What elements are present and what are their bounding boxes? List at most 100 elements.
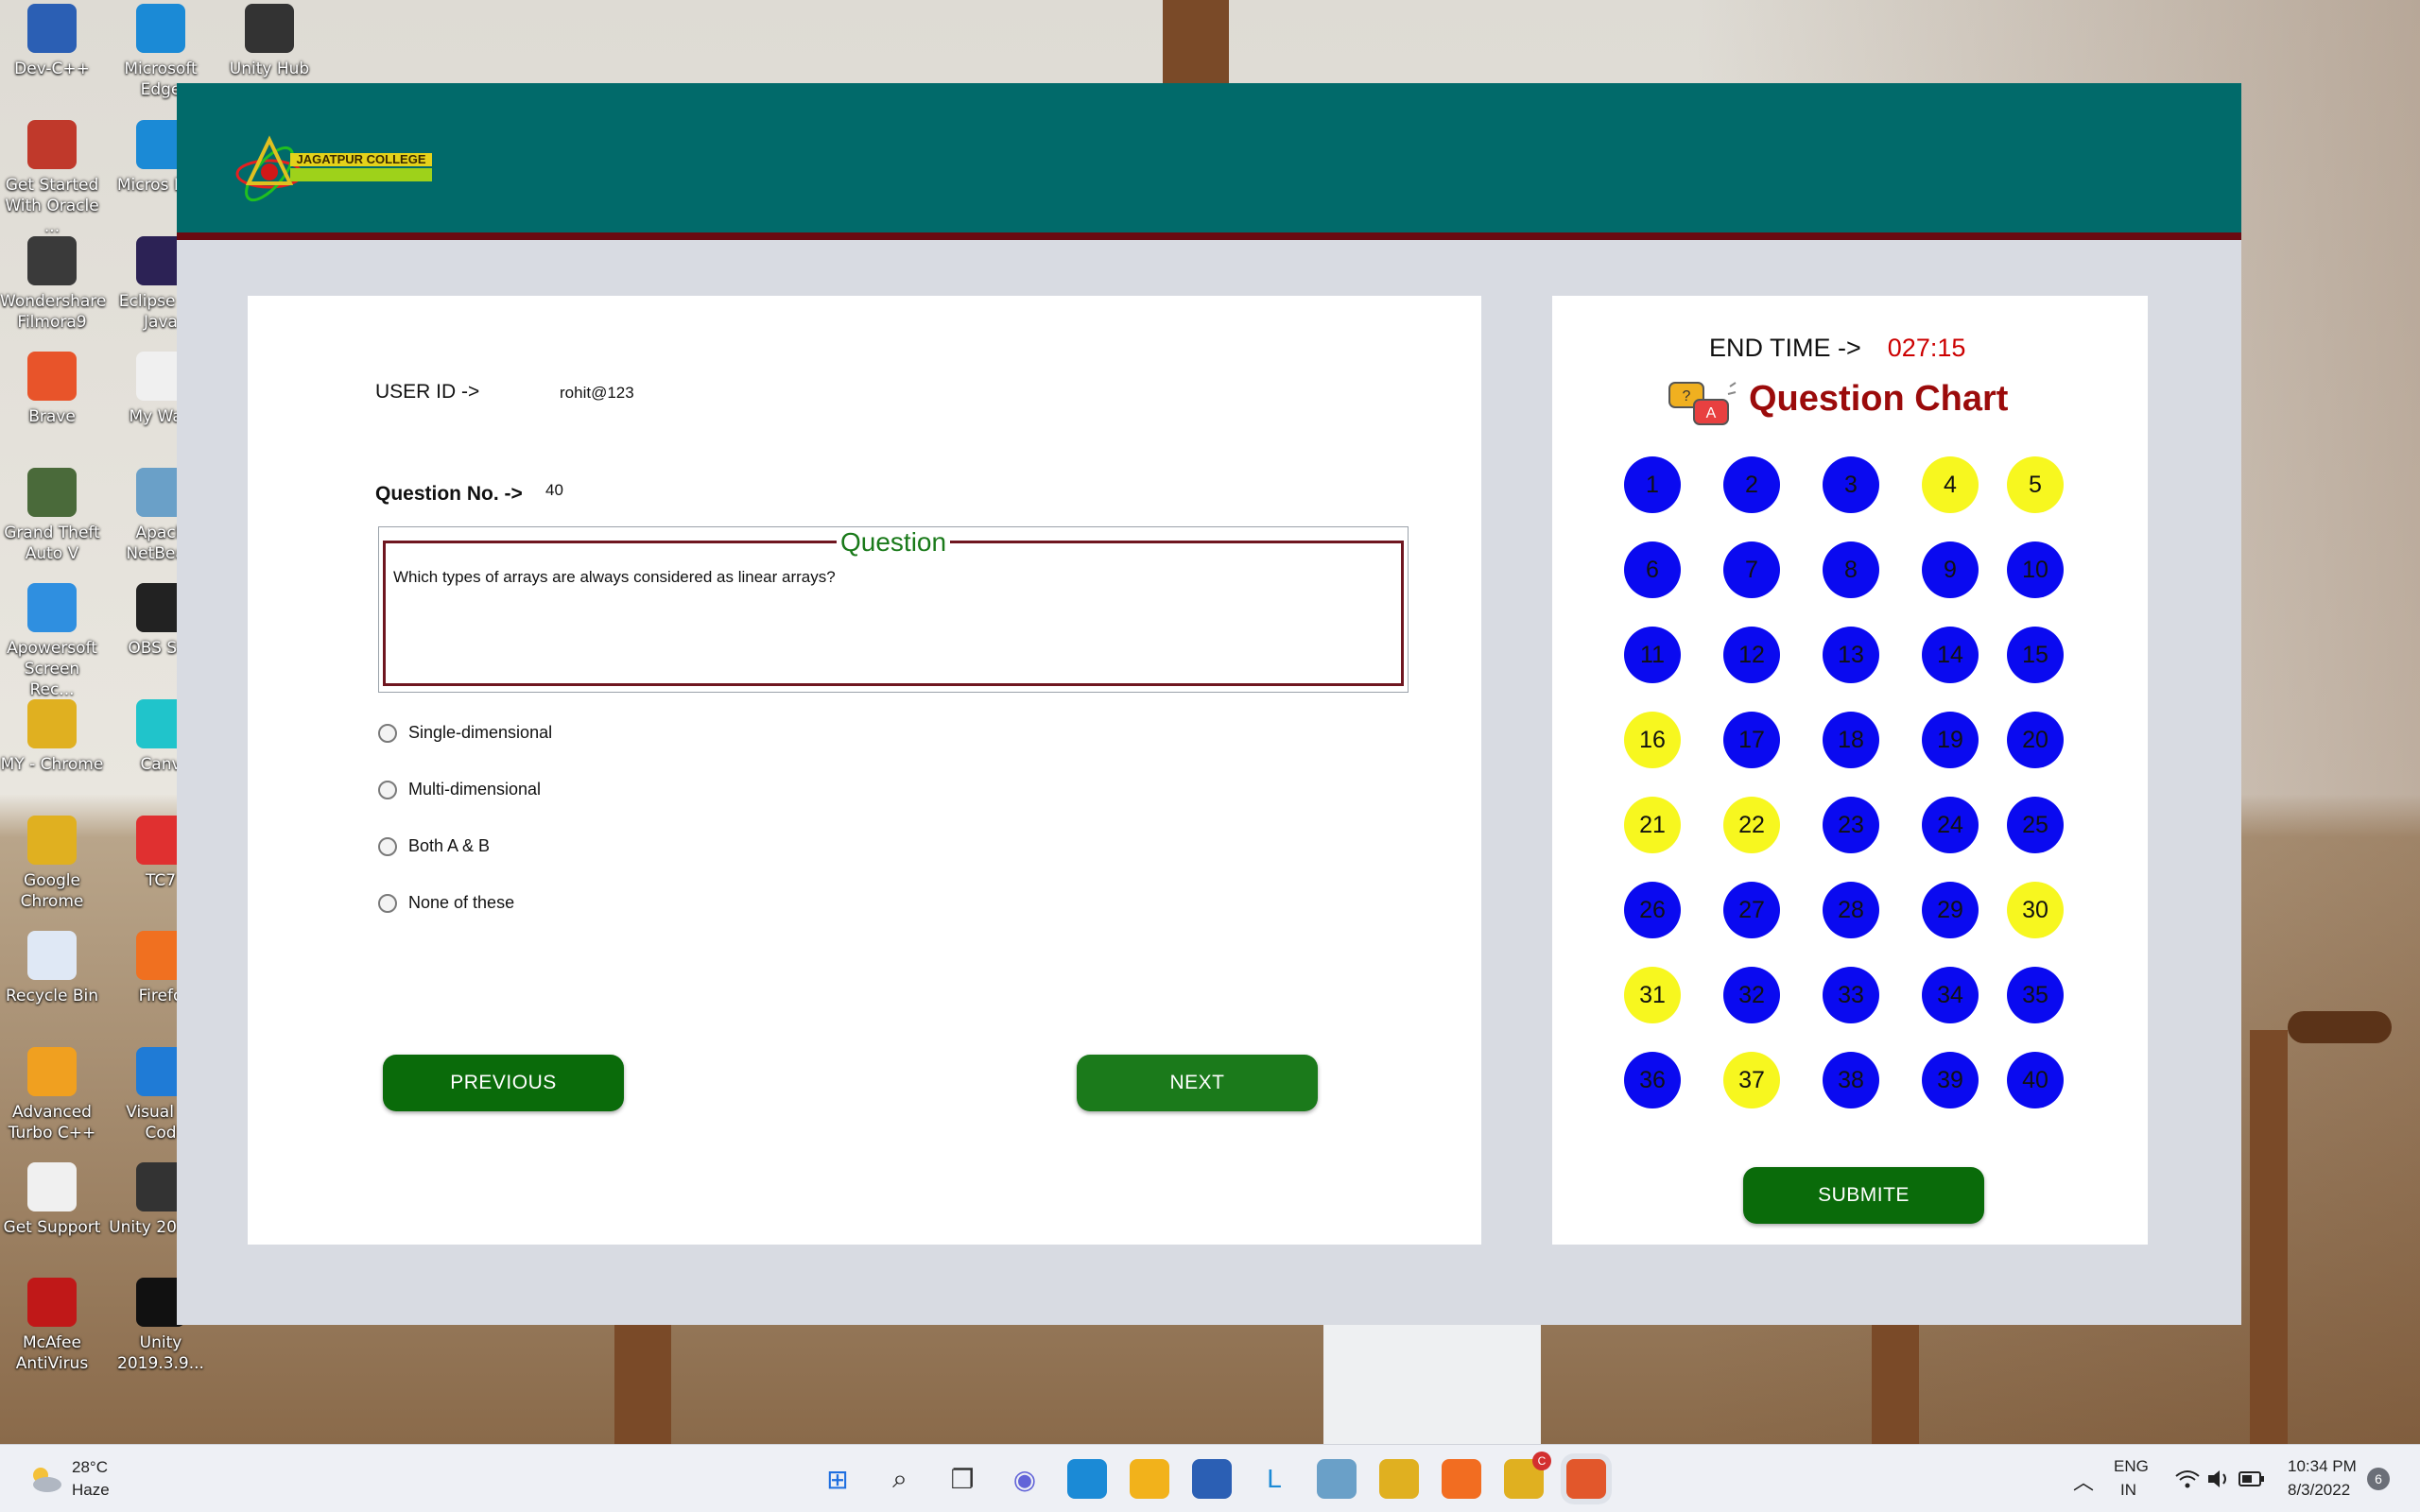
question-number-button[interactable]: 9 bbox=[1922, 541, 1979, 598]
desktop-shortcut-label: Brave bbox=[28, 407, 76, 426]
desktop-shortcut[interactable]: Brave bbox=[0, 352, 104, 427]
taskbar: 28°C Haze ⊞ ⌕ ❐ ◉ L C ︿ ENG IN 10:34 PM 8/3/2… bbox=[0, 1444, 2420, 1512]
radio-button[interactable] bbox=[378, 723, 397, 743]
clock-time[interactable]: 10:34 PM bbox=[2288, 1457, 2357, 1476]
desktop-shortcut[interactable]: Apowersoft Screen Rec... bbox=[0, 583, 104, 700]
store-icon[interactable] bbox=[1192, 1459, 1232, 1499]
chrome-icon[interactable]: C bbox=[1504, 1452, 1551, 1499]
question-number-button[interactable]: 3 bbox=[1823, 456, 1879, 513]
desktop-shortcut[interactable]: MY - Chrome bbox=[0, 699, 104, 775]
question-number-button[interactable]: 4 bbox=[1922, 456, 1979, 513]
radio-button[interactable] bbox=[378, 836, 397, 856]
desktop-shortcut[interactable]: Google Chrome bbox=[0, 816, 104, 912]
chrome-icon[interactable] bbox=[1379, 1459, 1419, 1499]
question-number-button[interactable]: 20 bbox=[2007, 712, 2064, 768]
unity-hub-icon bbox=[245, 4, 294, 53]
question-number-button[interactable]: 17 bbox=[1723, 712, 1780, 768]
question-number-button[interactable]: 22 bbox=[1723, 797, 1780, 853]
question-number-button[interactable]: 21 bbox=[1624, 797, 1681, 853]
question-number-button[interactable]: 31 bbox=[1624, 967, 1681, 1023]
question-number-button[interactable]: 10 bbox=[2007, 541, 2064, 598]
question-number-button[interactable]: 11 bbox=[1624, 627, 1681, 683]
question-number-button[interactable]: 8 bbox=[1823, 541, 1879, 598]
previous-button[interactable]: PREVIOUS bbox=[383, 1055, 624, 1111]
question-number-button[interactable]: 6 bbox=[1624, 541, 1681, 598]
question-number-button[interactable]: 32 bbox=[1723, 967, 1780, 1023]
java-icon[interactable] bbox=[1566, 1459, 1606, 1499]
lang-top[interactable]: ENG bbox=[2114, 1457, 2149, 1476]
question-number-button[interactable]: 37 bbox=[1723, 1052, 1780, 1108]
netbeans-icon[interactable] bbox=[1317, 1459, 1357, 1499]
question-number-button[interactable]: 34 bbox=[1922, 967, 1979, 1023]
submit-button[interactable]: SUBMITE bbox=[1743, 1167, 1984, 1224]
question-number-button[interactable]: 36 bbox=[1624, 1052, 1681, 1108]
chrome-icon bbox=[27, 699, 77, 748]
desktop-shortcut[interactable]: Dev-C++ bbox=[0, 4, 104, 79]
file-explorer-icon[interactable] bbox=[1130, 1459, 1169, 1499]
desktop-shortcut[interactable]: McAfee AntiVirus bbox=[0, 1278, 104, 1374]
clock-date[interactable]: 8/3/2022 bbox=[2288, 1481, 2350, 1500]
search-icon[interactable]: ⌕ bbox=[880, 1459, 920, 1499]
question-number-button[interactable]: 5 bbox=[2007, 456, 2064, 513]
start-icon[interactable]: ⊞ bbox=[818, 1459, 857, 1499]
option-label: Single-dimensional bbox=[408, 723, 553, 742]
radio-button[interactable] bbox=[378, 893, 397, 913]
battery-icon[interactable] bbox=[2238, 1470, 2265, 1487]
question-number-button[interactable]: 40 bbox=[2007, 1052, 2064, 1108]
question-border: Which types of arrays are always conside… bbox=[383, 541, 1404, 686]
desktop-shortcut[interactable]: Get Support bbox=[0, 1162, 104, 1238]
wifi-icon[interactable] bbox=[2174, 1468, 2201, 1490]
next-button[interactable]: NEXT bbox=[1077, 1055, 1318, 1111]
option-d[interactable]: None of these bbox=[378, 893, 514, 913]
show-hidden-icons-chevron-icon[interactable]: ︿ bbox=[2073, 1466, 2094, 1496]
question-number-button[interactable]: 28 bbox=[1823, 882, 1879, 938]
xampp-icon[interactable] bbox=[1442, 1459, 1481, 1499]
question-number-button[interactable]: 19 bbox=[1922, 712, 1979, 768]
question-number-button[interactable]: 23 bbox=[1823, 797, 1879, 853]
question-number-button[interactable]: 39 bbox=[1922, 1052, 1979, 1108]
question-number-button[interactable]: 2 bbox=[1723, 456, 1780, 513]
question-number-button[interactable]: 14 bbox=[1922, 627, 1979, 683]
question-number-button[interactable]: 30 bbox=[2007, 882, 2064, 938]
question-number-button[interactable]: 7 bbox=[1723, 541, 1780, 598]
desktop-shortcut-label: Get Support bbox=[3, 1218, 101, 1237]
option-c[interactable]: Both A & B bbox=[378, 836, 490, 856]
volume-icon[interactable] bbox=[2206, 1468, 2231, 1490]
desktop-shortcut[interactable]: Get Started With Oracle ... bbox=[0, 120, 104, 237]
filmora-icon bbox=[27, 236, 77, 285]
desktop-shortcut[interactable]: Recycle Bin bbox=[0, 931, 104, 1006]
question-number-button[interactable]: 16 bbox=[1624, 712, 1681, 768]
question-number-button[interactable]: 18 bbox=[1823, 712, 1879, 768]
question-number-button[interactable]: 33 bbox=[1823, 967, 1879, 1023]
option-b[interactable]: Multi-dimensional bbox=[378, 780, 541, 799]
question-number-button[interactable]: 15 bbox=[2007, 627, 2064, 683]
question-number-button[interactable]: 29 bbox=[1922, 882, 1979, 938]
option-a[interactable]: Single-dimensional bbox=[378, 723, 552, 743]
desktop-shortcut[interactable]: Unity Hub bbox=[217, 4, 321, 79]
question-number-button[interactable]: 24 bbox=[1922, 797, 1979, 853]
desktop-shortcut[interactable]: Grand Theft Auto V bbox=[0, 468, 104, 564]
desktop-shortcut[interactable]: Advanced Turbo C++ bbox=[0, 1047, 104, 1143]
chat-icon[interactable]: ◉ bbox=[1005, 1459, 1045, 1499]
question-number-button[interactable]: 13 bbox=[1823, 627, 1879, 683]
desktop-shortcut-label: McAfee AntiVirus bbox=[15, 1333, 89, 1373]
lang-bottom[interactable]: IN bbox=[2120, 1481, 2136, 1500]
question-number-button[interactable]: 27 bbox=[1723, 882, 1780, 938]
question-number-button[interactable]: 38 bbox=[1823, 1052, 1879, 1108]
edge-icon[interactable] bbox=[1067, 1459, 1107, 1499]
question-number-button[interactable]: 25 bbox=[2007, 797, 2064, 853]
wallpaper-detail bbox=[1872, 1325, 1919, 1444]
task-view-icon[interactable]: ❐ bbox=[942, 1459, 982, 1499]
desktop-shortcut[interactable]: Wondershare Filmora9 bbox=[0, 236, 106, 333]
wallpaper-detail bbox=[614, 1325, 671, 1444]
l-app-icon[interactable]: L bbox=[1254, 1459, 1294, 1499]
question-number-button[interactable]: 26 bbox=[1624, 882, 1681, 938]
notification-badge[interactable]: 6 bbox=[2367, 1468, 2390, 1490]
radio-button[interactable] bbox=[378, 780, 397, 799]
question-number-button[interactable]: 35 bbox=[2007, 967, 2064, 1023]
question-number-button[interactable]: 1 bbox=[1624, 456, 1681, 513]
weather-icon[interactable] bbox=[26, 1462, 64, 1496]
chart-title: Question Chart bbox=[1749, 379, 2009, 419]
question-number-button[interactable]: 12 bbox=[1723, 627, 1780, 683]
question-box: Which types of arrays are always conside… bbox=[378, 526, 1409, 693]
